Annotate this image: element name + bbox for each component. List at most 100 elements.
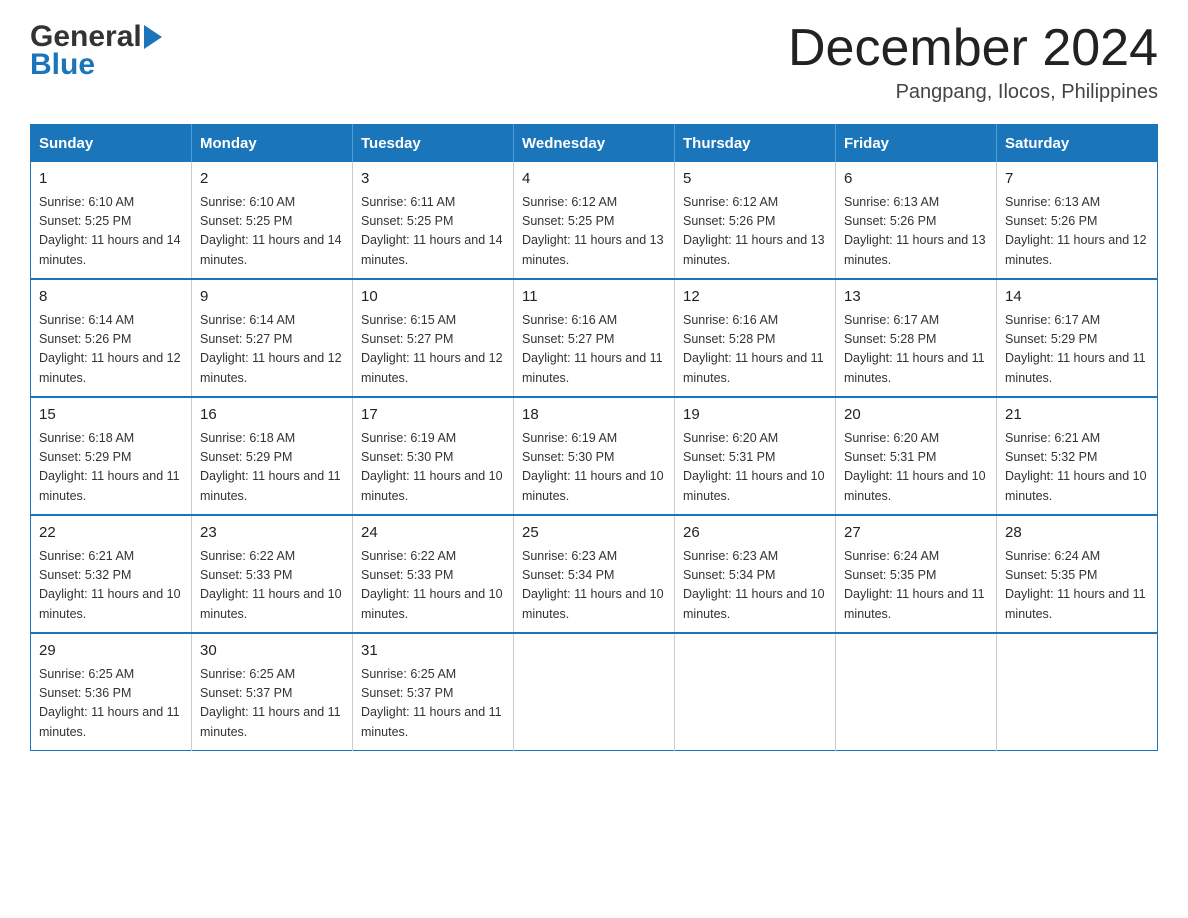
day-info: Sunrise: 6:24 AMSunset: 5:35 PMDaylight:… <box>1005 547 1149 625</box>
calendar-cell: 25Sunrise: 6:23 AMSunset: 5:34 PMDayligh… <box>514 515 675 633</box>
day-info: Sunrise: 6:25 AMSunset: 5:37 PMDaylight:… <box>361 665 505 743</box>
day-number: 15 <box>39 404 183 427</box>
day-number: 10 <box>361 286 505 309</box>
day-info: Sunrise: 6:14 AMSunset: 5:26 PMDaylight:… <box>39 311 183 389</box>
calendar-cell: 3Sunrise: 6:11 AMSunset: 5:25 PMDaylight… <box>353 162 514 279</box>
header-monday: Monday <box>192 125 353 163</box>
day-info: Sunrise: 6:18 AMSunset: 5:29 PMDaylight:… <box>39 429 183 507</box>
logo-blue-text: Blue <box>30 48 95 82</box>
calendar-cell: 6Sunrise: 6:13 AMSunset: 5:26 PMDaylight… <box>836 162 997 279</box>
main-title: December 2024 <box>788 20 1158 77</box>
calendar-cell: 1Sunrise: 6:10 AMSunset: 5:25 PMDaylight… <box>31 162 192 279</box>
calendar-cell: 14Sunrise: 6:17 AMSunset: 5:29 PMDayligh… <box>997 279 1158 397</box>
calendar-cell: 9Sunrise: 6:14 AMSunset: 5:27 PMDaylight… <box>192 279 353 397</box>
calendar-cell: 22Sunrise: 6:21 AMSunset: 5:32 PMDayligh… <box>31 515 192 633</box>
calendar-cell: 30Sunrise: 6:25 AMSunset: 5:37 PMDayligh… <box>192 633 353 751</box>
day-info: Sunrise: 6:13 AMSunset: 5:26 PMDaylight:… <box>844 193 988 271</box>
day-number: 17 <box>361 404 505 427</box>
day-info: Sunrise: 6:19 AMSunset: 5:30 PMDaylight:… <box>361 429 505 507</box>
header-thursday: Thursday <box>675 125 836 163</box>
day-info: Sunrise: 6:22 AMSunset: 5:33 PMDaylight:… <box>361 547 505 625</box>
calendar-cell: 8Sunrise: 6:14 AMSunset: 5:26 PMDaylight… <box>31 279 192 397</box>
day-number: 14 <box>1005 286 1149 309</box>
day-info: Sunrise: 6:12 AMSunset: 5:26 PMDaylight:… <box>683 193 827 271</box>
title-section: December 2024 Pangpang, Ilocos, Philippi… <box>788 20 1158 104</box>
calendar-cell: 5Sunrise: 6:12 AMSunset: 5:26 PMDaylight… <box>675 162 836 279</box>
day-number: 18 <box>522 404 666 427</box>
day-number: 27 <box>844 522 988 545</box>
day-info: Sunrise: 6:12 AMSunset: 5:25 PMDaylight:… <box>522 193 666 271</box>
week-row-2: 8Sunrise: 6:14 AMSunset: 5:26 PMDaylight… <box>31 279 1158 397</box>
day-info: Sunrise: 6:25 AMSunset: 5:36 PMDaylight:… <box>39 665 183 743</box>
calendar-cell: 17Sunrise: 6:19 AMSunset: 5:30 PMDayligh… <box>353 397 514 515</box>
calendar-cell: 31Sunrise: 6:25 AMSunset: 5:37 PMDayligh… <box>353 633 514 751</box>
page-header: General Blue December 2024 Pangpang, Ilo… <box>30 20 1158 104</box>
subtitle: Pangpang, Ilocos, Philippines <box>788 81 1158 104</box>
logo-text: General Blue <box>30 20 162 82</box>
day-info: Sunrise: 6:23 AMSunset: 5:34 PMDaylight:… <box>683 547 827 625</box>
calendar-cell: 20Sunrise: 6:20 AMSunset: 5:31 PMDayligh… <box>836 397 997 515</box>
calendar-cell: 7Sunrise: 6:13 AMSunset: 5:26 PMDaylight… <box>997 162 1158 279</box>
week-row-3: 15Sunrise: 6:18 AMSunset: 5:29 PMDayligh… <box>31 397 1158 515</box>
header-sunday: Sunday <box>31 125 192 163</box>
calendar-cell <box>675 633 836 751</box>
calendar-cell <box>836 633 997 751</box>
calendar-cell <box>514 633 675 751</box>
day-number: 19 <box>683 404 827 427</box>
day-number: 25 <box>522 522 666 545</box>
calendar-header-row: SundayMondayTuesdayWednesdayThursdayFrid… <box>31 125 1158 163</box>
day-number: 26 <box>683 522 827 545</box>
calendar-cell: 16Sunrise: 6:18 AMSunset: 5:29 PMDayligh… <box>192 397 353 515</box>
calendar-cell: 19Sunrise: 6:20 AMSunset: 5:31 PMDayligh… <box>675 397 836 515</box>
day-number: 29 <box>39 640 183 663</box>
calendar-cell: 28Sunrise: 6:24 AMSunset: 5:35 PMDayligh… <box>997 515 1158 633</box>
calendar-cell: 2Sunrise: 6:10 AMSunset: 5:25 PMDaylight… <box>192 162 353 279</box>
day-number: 31 <box>361 640 505 663</box>
calendar-cell: 24Sunrise: 6:22 AMSunset: 5:33 PMDayligh… <box>353 515 514 633</box>
day-info: Sunrise: 6:25 AMSunset: 5:37 PMDaylight:… <box>200 665 344 743</box>
day-info: Sunrise: 6:19 AMSunset: 5:30 PMDaylight:… <box>522 429 666 507</box>
day-number: 4 <box>522 168 666 191</box>
day-info: Sunrise: 6:17 AMSunset: 5:29 PMDaylight:… <box>1005 311 1149 389</box>
day-number: 6 <box>844 168 988 191</box>
day-number: 21 <box>1005 404 1149 427</box>
day-number: 9 <box>200 286 344 309</box>
day-info: Sunrise: 6:22 AMSunset: 5:33 PMDaylight:… <box>200 547 344 625</box>
day-info: Sunrise: 6:21 AMSunset: 5:32 PMDaylight:… <box>1005 429 1149 507</box>
day-number: 5 <box>683 168 827 191</box>
calendar-cell: 15Sunrise: 6:18 AMSunset: 5:29 PMDayligh… <box>31 397 192 515</box>
day-number: 1 <box>39 168 183 191</box>
calendar-cell: 4Sunrise: 6:12 AMSunset: 5:25 PMDaylight… <box>514 162 675 279</box>
day-info: Sunrise: 6:10 AMSunset: 5:25 PMDaylight:… <box>39 193 183 271</box>
calendar-cell: 29Sunrise: 6:25 AMSunset: 5:36 PMDayligh… <box>31 633 192 751</box>
day-info: Sunrise: 6:16 AMSunset: 5:27 PMDaylight:… <box>522 311 666 389</box>
calendar-table: SundayMondayTuesdayWednesdayThursdayFrid… <box>30 124 1158 751</box>
calendar-cell: 13Sunrise: 6:17 AMSunset: 5:28 PMDayligh… <box>836 279 997 397</box>
day-info: Sunrise: 6:20 AMSunset: 5:31 PMDaylight:… <box>844 429 988 507</box>
day-info: Sunrise: 6:15 AMSunset: 5:27 PMDaylight:… <box>361 311 505 389</box>
week-row-1: 1Sunrise: 6:10 AMSunset: 5:25 PMDaylight… <box>31 162 1158 279</box>
logo-wrapper: General Blue <box>30 20 162 82</box>
day-info: Sunrise: 6:23 AMSunset: 5:34 PMDaylight:… <box>522 547 666 625</box>
header-friday: Friday <box>836 125 997 163</box>
header-wednesday: Wednesday <box>514 125 675 163</box>
day-number: 13 <box>844 286 988 309</box>
day-info: Sunrise: 6:14 AMSunset: 5:27 PMDaylight:… <box>200 311 344 389</box>
day-info: Sunrise: 6:20 AMSunset: 5:31 PMDaylight:… <box>683 429 827 507</box>
day-info: Sunrise: 6:21 AMSunset: 5:32 PMDaylight:… <box>39 547 183 625</box>
day-number: 2 <box>200 168 344 191</box>
calendar-cell: 11Sunrise: 6:16 AMSunset: 5:27 PMDayligh… <box>514 279 675 397</box>
day-number: 16 <box>200 404 344 427</box>
day-number: 7 <box>1005 168 1149 191</box>
calendar-cell <box>997 633 1158 751</box>
calendar-cell: 27Sunrise: 6:24 AMSunset: 5:35 PMDayligh… <box>836 515 997 633</box>
day-number: 24 <box>361 522 505 545</box>
calendar-cell: 26Sunrise: 6:23 AMSunset: 5:34 PMDayligh… <box>675 515 836 633</box>
day-number: 12 <box>683 286 827 309</box>
calendar-cell: 23Sunrise: 6:22 AMSunset: 5:33 PMDayligh… <box>192 515 353 633</box>
day-number: 11 <box>522 286 666 309</box>
header-saturday: Saturday <box>997 125 1158 163</box>
week-row-5: 29Sunrise: 6:25 AMSunset: 5:36 PMDayligh… <box>31 633 1158 751</box>
week-row-4: 22Sunrise: 6:21 AMSunset: 5:32 PMDayligh… <box>31 515 1158 633</box>
day-info: Sunrise: 6:17 AMSunset: 5:28 PMDaylight:… <box>844 311 988 389</box>
